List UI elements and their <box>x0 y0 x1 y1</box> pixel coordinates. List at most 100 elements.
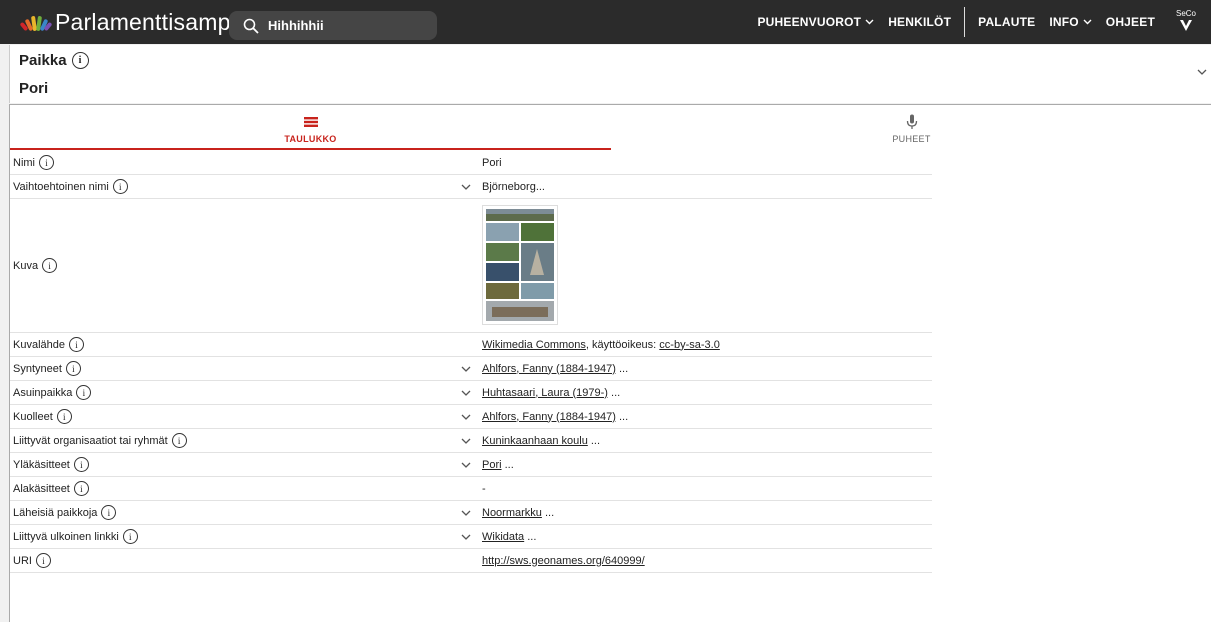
property-label: URI i <box>10 549 482 572</box>
info-icon[interactable]: i <box>171 433 187 448</box>
property-label-text: Kuolleet <box>13 410 53 423</box>
value-link[interactable]: Ahlfors, Fanny (1884-1947) <box>482 411 616 423</box>
search-icon <box>243 18 259 34</box>
search-input[interactable]: Hihhihhii <box>229 11 437 40</box>
uri-link[interactable]: http://sws.geonames.org/640999/ <box>482 555 645 567</box>
table-row: Alakäsitteet i - <box>10 477 932 501</box>
property-label: Syntyneet i <box>10 357 482 380</box>
license-link[interactable]: cc-by-sa-3.0 <box>659 339 720 351</box>
info-icon[interactable]: i <box>42 258 58 273</box>
table-icon <box>303 113 318 131</box>
more-indicator: ... <box>607 386 621 399</box>
chevron-down-icon[interactable] <box>460 461 472 469</box>
nav-puheenvuorot[interactable]: PUHEENVUOROT <box>757 15 874 29</box>
tab-puheet[interactable]: PUHEET <box>611 105 1211 150</box>
value-link[interactable]: Pori <box>482 459 502 471</box>
entity-name: Pori <box>19 80 49 97</box>
nav-ohjeet[interactable]: OHJEET <box>1106 15 1155 29</box>
property-value: Björneborg... <box>482 175 932 198</box>
property-label-text: Vaihtoehtoinen nimi <box>13 180 109 193</box>
main-nav: PUHEENVUOROT HENKILÖT PALAUTE INFO OHJEE… <box>757 0 1211 44</box>
info-icon[interactable]: i <box>73 481 89 496</box>
property-label: Läheisiä paikkoja i <box>10 501 482 524</box>
value-link[interactable]: Wikidata <box>482 531 524 543</box>
info-icon[interactable]: i <box>122 529 138 544</box>
chevron-down-icon <box>865 19 874 25</box>
property-value: Kuninkaanhaan koulu ... <box>482 429 932 452</box>
info-icon[interactable]: i <box>56 409 72 424</box>
property-label-text: Liittyvät organisaatiot tai ryhmät <box>13 434 168 447</box>
search-value[interactable]: Hihhihhii <box>268 18 324 33</box>
value-link[interactable]: Noormarkku <box>482 507 542 519</box>
info-icon[interactable]: i <box>76 385 92 400</box>
property-table: Nimi i Pori Vaihtoehtoinen nimi i Björnebo… <box>10 151 932 573</box>
chevron-down-icon[interactable] <box>460 365 472 373</box>
table-row: Läheisiä paikkoja i Noormarkku ... <box>10 501 932 525</box>
nav-palaute[interactable]: PALAUTE <box>978 15 1035 29</box>
property-label: Liittyvät organisaatiot tai ryhmät i <box>10 429 482 452</box>
nav-henkilot[interactable]: HENKILÖT <box>888 15 951 29</box>
info-icon[interactable]: i <box>73 457 89 472</box>
info-icon[interactable]: i <box>35 553 51 568</box>
info-icon[interactable]: i <box>112 179 128 194</box>
property-value-text: Björneborg... <box>482 180 545 193</box>
chevron-down-icon[interactable] <box>460 389 472 397</box>
tab-puheet-label: PUHEET <box>892 134 931 144</box>
property-label-text: Kuva <box>13 259 39 272</box>
info-icon[interactable]: i <box>65 361 81 376</box>
table-row: Vaihtoehtoinen nimi i Björneborg... <box>10 175 932 199</box>
tab-taulukko[interactable]: TAULUKKO <box>10 105 611 150</box>
table-row: URI i http://sws.geonames.org/640999/ <box>10 549 932 573</box>
more-indicator: ... <box>615 410 629 423</box>
property-value: Huhtasaari, Laura (1979-) ... <box>482 381 932 404</box>
property-label-text: Nimi <box>13 156 35 169</box>
property-label-text: Yläkäsitteet <box>13 458 70 471</box>
top-app-bar: Parlamenttisampo Hihhihhii PUHEENVUOROT … <box>0 0 1211 44</box>
microphone-icon <box>906 113 918 131</box>
chevron-down-icon <box>1083 19 1092 25</box>
view-tabs: TAULUKKO PUHEET <box>10 105 1211 150</box>
chevron-down-icon[interactable] <box>460 413 472 421</box>
property-label-text: Liittyvä ulkoinen linkki <box>13 530 119 543</box>
app-logo[interactable]: Parlamenttisampo <box>19 9 244 36</box>
chevron-down-icon[interactable] <box>460 437 472 445</box>
chevron-down-icon[interactable] <box>460 183 472 191</box>
value-link[interactable]: Ahlfors, Fanny (1884-1947) <box>482 363 616 375</box>
property-value: Wikimedia Commons, käyttöoikeus: cc-by-s… <box>482 333 932 356</box>
table-row: Kuvalähde i Wikimedia Commons, käyttöoike… <box>10 333 932 357</box>
property-label-text: Alakäsitteet <box>13 482 70 495</box>
info-icon[interactable]: i <box>101 505 117 520</box>
more-indicator: ... <box>587 434 601 447</box>
chevron-down-icon[interactable] <box>460 509 472 517</box>
more-indicator: ... <box>524 530 537 543</box>
property-label-text: URI <box>13 554 32 567</box>
seco-logo-icon <box>1180 20 1192 31</box>
value-link[interactable]: Kuninkaanhaan koulu <box>482 435 588 447</box>
info-icon[interactable]: i <box>39 155 54 170</box>
nav-info[interactable]: INFO <box>1049 15 1092 29</box>
property-label: Nimi i <box>10 151 482 174</box>
chevron-down-icon[interactable] <box>460 533 472 541</box>
property-label: Asuinpaikka i <box>10 381 482 404</box>
parliament-logo-icon <box>19 11 53 33</box>
app-title[interactable]: Parlamenttisampo <box>55 9 244 36</box>
more-indicator: ... <box>501 458 514 471</box>
seco-logo[interactable]: SeCo <box>1175 9 1197 35</box>
property-value: - <box>482 477 932 500</box>
expand-header-chevron-icon[interactable] <box>1196 68 1208 76</box>
entity-type-heading: Paikka i <box>19 52 89 69</box>
value-link[interactable]: Huhtasaari, Laura (1979-) <box>482 387 608 399</box>
table-row: Liittyvät organisaatiot tai ryhmät i Kuni… <box>10 429 932 453</box>
nav-divider <box>964 7 966 37</box>
property-label: Kuolleet i <box>10 405 482 428</box>
info-icon[interactable]: i <box>69 337 84 352</box>
entity-header: Paikka i Pori <box>9 45 1211 103</box>
image-source-link[interactable]: Wikimedia Commons <box>482 339 586 351</box>
place-image[interactable] <box>482 205 558 325</box>
table-row: Yläkäsitteet i Pori ... <box>10 453 932 477</box>
info-icon[interactable]: i <box>71 52 89 69</box>
property-value <box>482 199 932 332</box>
table-row: Asuinpaikka i Huhtasaari, Laura (1979-) .… <box>10 381 932 405</box>
property-label: Vaihtoehtoinen nimi i <box>10 175 482 198</box>
property-label-text: Läheisiä paikkoja <box>13 506 98 519</box>
